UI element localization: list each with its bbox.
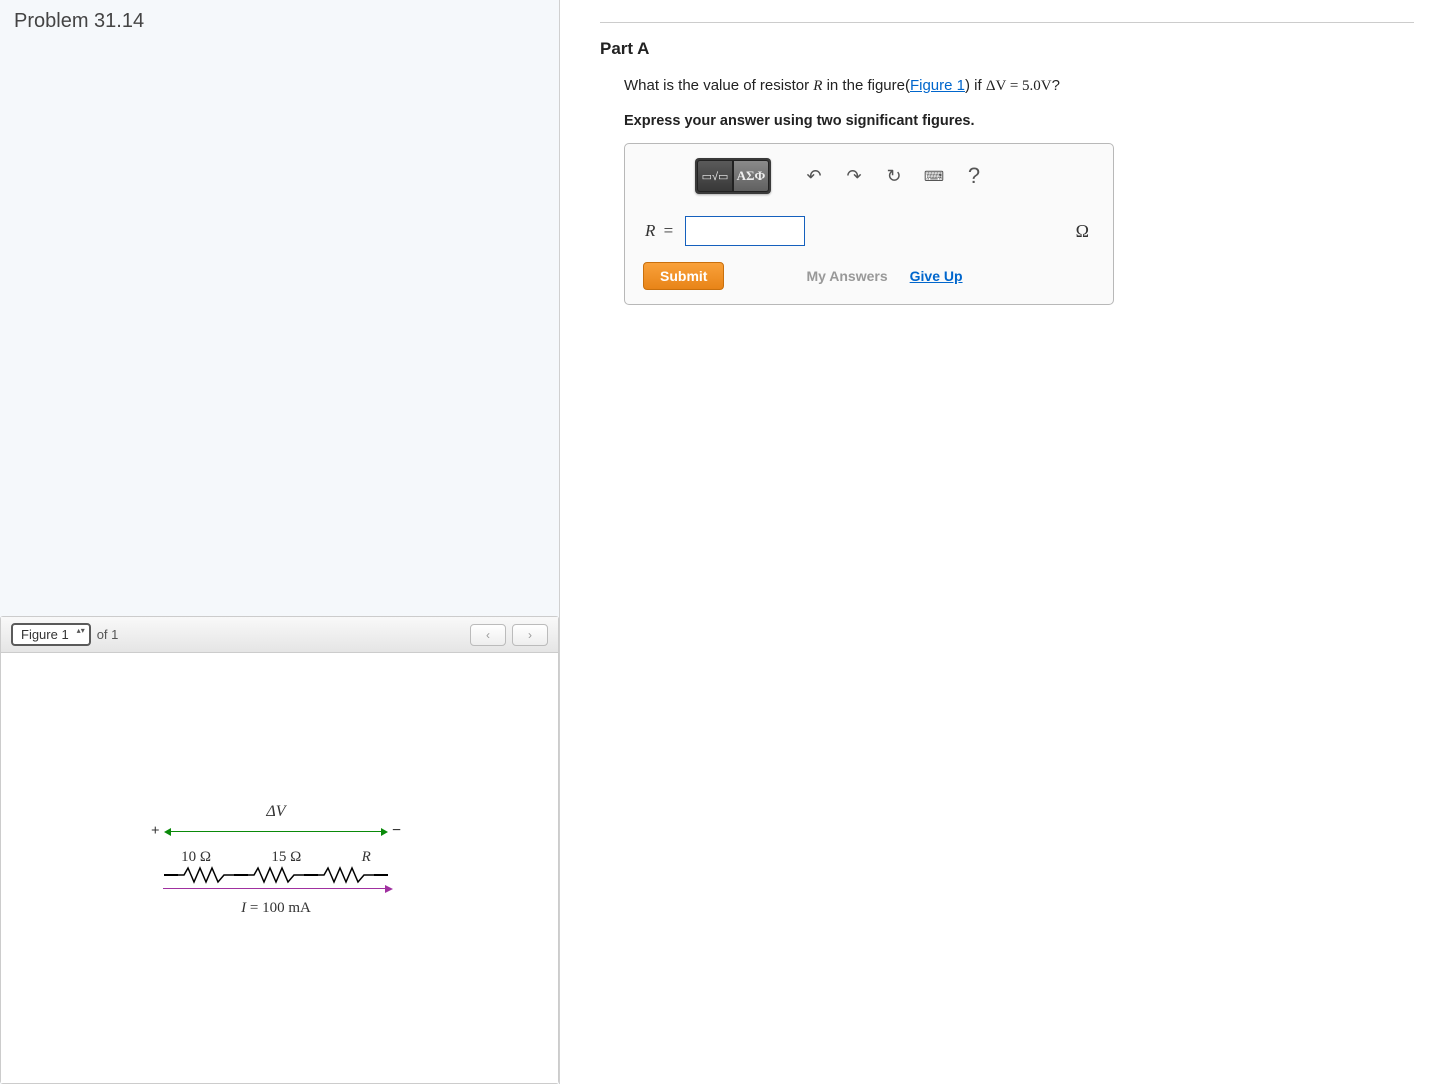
figure-link[interactable]: Figure 1	[910, 77, 965, 94]
minus-sign: −	[392, 822, 401, 840]
templates-icon: ▭√▭	[702, 170, 729, 183]
answer-input[interactable]	[685, 216, 805, 246]
redo-button[interactable]: ↷	[843, 165, 865, 187]
figure-count-label: of 1	[97, 627, 119, 642]
figure-selector-label: Figure 1	[21, 627, 69, 642]
resistor-1-label: 10 Ω	[181, 849, 211, 866]
help-icon: ?	[968, 163, 980, 189]
answer-instructions: Express your answer using two significan…	[624, 113, 1414, 129]
reset-icon: ↻	[886, 166, 901, 187]
help-button[interactable]: ?	[963, 165, 985, 187]
current-arrow	[163, 888, 391, 889]
resistor-icon	[178, 866, 234, 884]
undo-icon: ↶	[806, 166, 821, 187]
part-heading: Part A	[600, 39, 1414, 59]
delta-v-label: ΔV	[151, 803, 401, 821]
keyboard-icon: ⌨	[924, 168, 944, 185]
resistor-row	[151, 866, 401, 884]
problem-spacer	[0, 33, 559, 616]
question-text: What is the value of resistor R in the f…	[624, 77, 1414, 95]
divider	[600, 22, 1414, 23]
figure-header: Figure 1 ▴▾ of 1 ‹ ›	[1, 617, 558, 653]
submit-button[interactable]: Submit	[643, 262, 724, 290]
keyboard-button[interactable]: ⌨	[923, 165, 945, 187]
templates-button[interactable]: ▭√▭	[697, 160, 733, 192]
redo-icon: ↷	[846, 166, 861, 187]
figure-prev-button[interactable]: ‹	[470, 624, 506, 646]
figure-body: ΔV + − 10 Ω 15 Ω R	[1, 653, 558, 1083]
reset-button[interactable]: ↻	[883, 165, 905, 187]
resistor-2-label: 15 Ω	[271, 849, 301, 866]
figure-panel: Figure 1 ▴▾ of 1 ‹ › ΔV + −	[0, 616, 559, 1084]
plus-sign: +	[151, 823, 160, 840]
problem-title: Problem 31.14	[0, 0, 559, 33]
undo-button[interactable]: ↶	[803, 165, 825, 187]
give-up-link[interactable]: Give Up	[910, 268, 963, 284]
figure-selector[interactable]: Figure 1 ▴▾	[11, 623, 91, 646]
greek-letters-button[interactable]: ΑΣΦ	[733, 160, 769, 192]
greek-letters-icon: ΑΣΦ	[737, 168, 766, 184]
voltage-arrow	[166, 831, 386, 832]
answer-box: ▭√▭ ΑΣΦ ↶ ↷ ↻ ⌨ ? R =	[624, 143, 1114, 305]
dropdown-arrows-icon: ▴▾	[77, 627, 85, 634]
equation-toolbar: ▭√▭ ΑΣΦ ↶ ↷ ↻ ⌨ ?	[625, 144, 1113, 208]
resistor-3-label: R	[362, 849, 371, 866]
answer-variable-label: R =	[645, 221, 673, 241]
answer-unit: Ω	[1076, 221, 1089, 242]
figure-next-button[interactable]: ›	[512, 624, 548, 646]
circuit-diagram: ΔV + − 10 Ω 15 Ω R	[151, 803, 401, 917]
my-answers-link[interactable]: My Answers	[806, 268, 887, 284]
resistor-icon	[318, 866, 374, 884]
resistor-icon	[248, 866, 304, 884]
current-label: I = 100 mA	[151, 900, 401, 917]
